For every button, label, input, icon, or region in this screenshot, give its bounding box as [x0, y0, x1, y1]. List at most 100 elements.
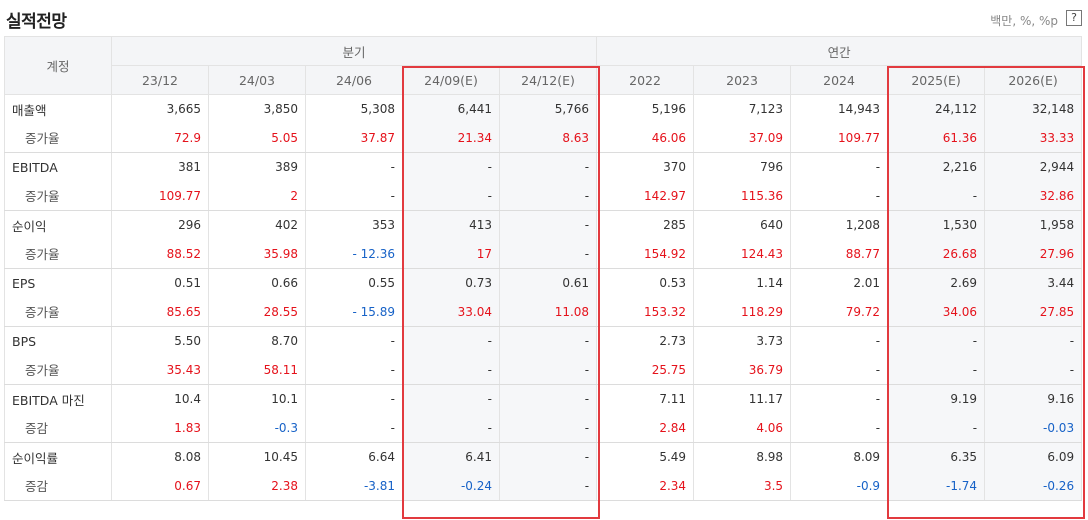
table-cell: - — [498, 413, 598, 443]
table-row-growth: 증가율 72.9 5.05 37.87 21.34 8.63 46.06 37.09 109.7… — [4, 123, 1083, 153]
period-header: 24/09(E) — [402, 65, 500, 95]
table-cell: 72.9 — [111, 123, 209, 153]
table-row: 순이익 296 402 353 413-285 640 1,208 1,530 1,958 — [4, 210, 1083, 240]
table-cell: 8.98 — [693, 442, 792, 472]
table-cell: 1,530 — [887, 210, 986, 240]
table-cell: - — [887, 355, 986, 385]
table-cell: - — [887, 181, 986, 211]
table-cell: 32.86 — [984, 181, 1083, 211]
table-cell: 3,665 — [111, 94, 209, 124]
table-cell: 25.75 — [596, 355, 695, 385]
table-cell: - — [305, 152, 403, 182]
table-cell: 3.5 — [693, 471, 792, 501]
period-header: 2024 — [790, 65, 889, 95]
table-cell: 7.11 — [596, 384, 695, 414]
table-cell: 17 — [402, 239, 500, 269]
table-cell: - — [984, 355, 1083, 385]
table-cell: - — [402, 326, 500, 356]
help-icon[interactable]: ? — [1066, 10, 1082, 26]
group-header-quarterly: 분기 — [110, 36, 598, 66]
table-cell: 413 — [402, 210, 500, 240]
row-sublabel: 증가율 — [4, 239, 112, 269]
table-cell: 154.92 — [596, 239, 695, 269]
row-sublabel: 증감 — [4, 471, 112, 501]
table-cell: - — [790, 152, 889, 182]
table-cell: 0.66 — [208, 268, 306, 298]
table-cell: -0.3 — [208, 413, 306, 443]
table-cell: 142.97 — [596, 181, 695, 211]
table-cell: 2.38 — [208, 471, 306, 501]
table-cell: 640 — [693, 210, 792, 240]
table-cell: 6.09 — [984, 442, 1083, 472]
table-cell: 0.55 — [305, 268, 403, 298]
row-sublabel: 증가율 — [4, 181, 112, 211]
table-cell: - — [498, 326, 598, 356]
table-cell: 46.06 — [596, 123, 695, 153]
table-cell: 37.09 — [693, 123, 792, 153]
table-cell: 28.55 — [208, 297, 306, 327]
table-cell: -1.74 — [887, 471, 986, 501]
row-label: 순이익 — [4, 210, 112, 240]
table-cell: 2.34 — [596, 471, 695, 501]
period-header-row: 23/12 24/03 24/06 24/09(E) 24/12(E) 2022… — [5, 65, 1083, 95]
period-header: 24/03 — [208, 65, 306, 95]
table-cell: 0.73 — [402, 268, 500, 298]
row-label: 순이익률 — [4, 442, 112, 472]
table-cell: - — [887, 326, 986, 356]
table-cell: - — [305, 181, 403, 211]
row-label: EBITDA 마진 — [4, 384, 112, 414]
table-cell: - — [305, 384, 403, 414]
table-row-growth: 증가율 85.65 28.55- 15.89 33.04 11.08 153.32 118.… — [4, 297, 1083, 327]
table-cell: 34.06 — [887, 297, 986, 327]
table-cell: 8.09 — [790, 442, 889, 472]
table-cell: 85.65 — [111, 297, 209, 327]
table-cell: 1.14 — [693, 268, 792, 298]
table-cell: 153.32 — [596, 297, 695, 327]
table-cell: 33.33 — [984, 123, 1083, 153]
table-cell: 6.41 — [402, 442, 500, 472]
table-cell: 79.72 — [790, 297, 889, 327]
row-label: EBITDA — [4, 152, 112, 182]
table-cell: - 12.36 — [305, 239, 403, 269]
table-cell: - — [790, 413, 889, 443]
table-cell: 1,208 — [790, 210, 889, 240]
table-cell: 36.79 — [693, 355, 792, 385]
table-cell: 32,148 — [984, 94, 1083, 124]
row-label: EPS — [4, 268, 112, 298]
table-row-growth: 증가율 109.77 2- - -142.97 115.36- -32.86 — [4, 181, 1083, 211]
period-header: 2023 — [693, 65, 792, 95]
table-cell: 35.43 — [111, 355, 209, 385]
table-cell: 24,112 — [887, 94, 986, 124]
table-cell: 0.61 — [498, 268, 598, 298]
table-cell: 10.45 — [208, 442, 306, 472]
table-cell: 124.43 — [693, 239, 792, 269]
table-cell: 5,308 — [305, 94, 403, 124]
row-sublabel: 증감 — [4, 413, 112, 443]
table-cell: - — [498, 239, 598, 269]
table-cell: 61.36 — [887, 123, 986, 153]
table-cell: 6.35 — [887, 442, 986, 472]
table-cell: 26.68 — [887, 239, 986, 269]
table-cell: - — [305, 413, 403, 443]
table-cell: 27.85 — [984, 297, 1083, 327]
table-cell: - — [402, 152, 500, 182]
table-row: BPS 5.50 8.70- - -2.73 3.73- - - — [4, 326, 1083, 356]
table-cell: 402 — [208, 210, 306, 240]
table-cell: 2.73 — [596, 326, 695, 356]
table-row-growth: 증가율 35.43 58.11- - -25.75 36.79- - - — [4, 355, 1083, 385]
account-header: 계정 — [4, 36, 112, 95]
table-cell: 0.53 — [596, 268, 695, 298]
table-cell: 1,958 — [984, 210, 1083, 240]
page-title: 실적전망 — [6, 12, 67, 32]
table-cell: 3.44 — [984, 268, 1083, 298]
period-header: 23/12 — [111, 65, 209, 95]
performance-forecast-table: 계정 분기 연간 23/12 24/03 24/06 24/09(E) 24/1… — [4, 36, 1083, 501]
table-cell: 2.01 — [790, 268, 889, 298]
table-cell: 3,850 — [208, 94, 306, 124]
table-cell: - — [498, 210, 598, 240]
table-cell: 796 — [693, 152, 792, 182]
table-cell: 27.96 — [984, 239, 1083, 269]
table-cell: 8.63 — [498, 123, 598, 153]
section-header: 실적전망 백만, %, %p ? — [0, 0, 1088, 36]
table-cell: 5.50 — [111, 326, 209, 356]
